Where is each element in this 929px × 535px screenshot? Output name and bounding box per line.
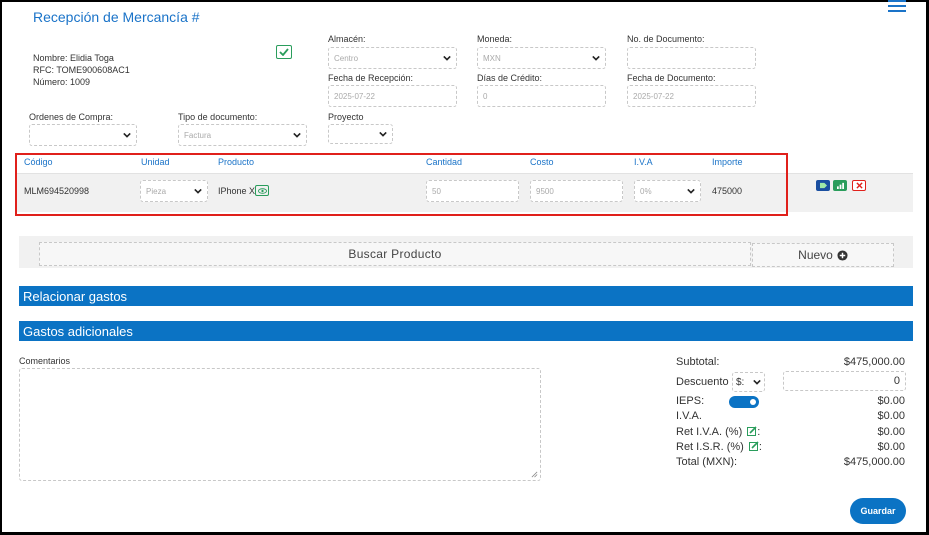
ordenes-select[interactable] — [29, 124, 137, 146]
descuento-type-select[interactable]: $: — [732, 372, 765, 392]
check-icon — [279, 48, 289, 56]
tag-button[interactable] — [816, 180, 830, 191]
moneda-label: Moneda: — [477, 34, 513, 44]
almacen-select[interactable]: Centro — [328, 47, 457, 69]
fecha-recepcion-input[interactable]: 2025-07-22 — [328, 85, 457, 107]
chevron-down-icon — [123, 132, 131, 138]
chart-button[interactable] — [833, 180, 847, 191]
descuento-type-value: $: — [736, 376, 745, 388]
comentarios-label: Comentarios — [19, 356, 71, 366]
ret-iva-row: Ret I.V.A. (%) : — [676, 426, 760, 438]
ieps-toggle[interactable] — [729, 396, 759, 408]
chevron-down-icon — [753, 379, 761, 385]
nuevo-label: Nuevo — [798, 248, 833, 262]
descuento-label: Descuento — [676, 376, 729, 388]
almacen-label: Almacén: — [328, 34, 366, 44]
tipo-doc-select[interactable]: Factura — [178, 124, 307, 146]
subtotal-value: $475,000.00 — [843, 356, 905, 368]
ret-isr-label: Ret I.S.R. (%) — [676, 441, 744, 453]
highlight-box — [15, 153, 788, 216]
ret-isr-colon: : — [758, 441, 762, 453]
tag-icon — [819, 182, 827, 189]
chevron-down-icon — [379, 131, 387, 137]
close-icon — [855, 182, 863, 189]
iva-value: $0.00 — [877, 410, 905, 422]
descuento-input[interactable]: 0 — [783, 371, 906, 391]
chevron-down-icon — [443, 55, 451, 61]
ret-iva-colon: : — [757, 426, 761, 438]
chart-icon — [836, 182, 844, 189]
supplier-rfc: RFC: TOME900608AC1 — [33, 65, 130, 75]
gastos-adicionales-bar[interactable]: Gastos adicionales — [19, 321, 913, 341]
plus-circle-icon — [837, 249, 848, 261]
supplier-name: Nombre: Elidia Toga — [33, 53, 114, 63]
chevron-down-icon — [293, 132, 301, 138]
chevron-down-icon — [592, 55, 600, 61]
fecha-doc-input[interactable]: 2025-07-22 — [627, 85, 756, 107]
supplier-number: Número: 1009 — [33, 77, 91, 87]
subtotal-label: Subtotal: — [676, 356, 720, 368]
almacen-value: Centro — [334, 53, 359, 63]
moneda-select[interactable]: MXN — [477, 47, 606, 69]
ieps-label: IEPS: — [676, 395, 705, 407]
ret-iva-label: Ret I.V.A. (%) — [676, 426, 743, 438]
ret-isr-value: $0.00 — [877, 441, 905, 453]
page-title: Recepción de Mercancía # — [33, 9, 200, 25]
comentarios-textarea[interactable] — [19, 368, 541, 481]
tipo-doc-label: Tipo de documento: — [178, 112, 258, 122]
edit-icon[interactable] — [748, 441, 759, 451]
iva-label: I.V.A. — [676, 410, 702, 422]
ret-isr-row: Ret I.S.R. (%) : — [676, 441, 762, 453]
total-label: Total (MXN): — [676, 456, 738, 468]
edit-icon[interactable] — [747, 426, 757, 436]
ret-iva-value: $0.00 — [877, 426, 905, 438]
dias-credito-label: Días de Crédito: — [477, 73, 543, 83]
confirm-supplier-button[interactable] — [276, 45, 292, 59]
tipo-doc-value: Factura — [184, 130, 212, 140]
menu-icon[interactable] — [888, 0, 906, 12]
fecha-recepcion-label: Fecha de Recepción: — [328, 73, 414, 83]
nuevo-button[interactable]: Nuevo — [752, 243, 894, 267]
relacionar-gastos-bar[interactable]: Relacionar gastos — [19, 286, 913, 306]
buscar-producto-button[interactable]: Buscar Producto — [39, 242, 751, 266]
resize-handle-icon[interactable] — [531, 471, 538, 478]
dias-credito-input[interactable]: 0 — [477, 85, 606, 107]
no-doc-label: No. de Documento: — [627, 34, 705, 44]
no-doc-input[interactable] — [627, 47, 756, 69]
delete-row-button[interactable] — [852, 180, 866, 191]
guardar-button[interactable]: Guardar — [850, 498, 906, 524]
fecha-doc-label: Fecha de Documento: — [627, 73, 716, 83]
total-value: $475,000.00 — [843, 456, 905, 468]
moneda-value: MXN — [483, 53, 501, 63]
proyecto-select[interactable] — [328, 124, 393, 144]
ordenes-label: Ordenes de Compra: — [29, 112, 114, 122]
proyecto-label: Proyecto — [328, 112, 364, 122]
ieps-value: $0.00 — [877, 395, 905, 407]
